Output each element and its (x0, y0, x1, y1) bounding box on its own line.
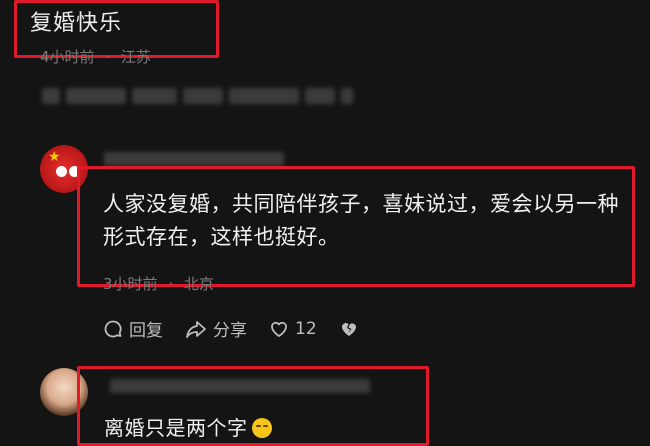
like-count: 12 (295, 318, 317, 339)
blurred-reply-row (42, 88, 353, 104)
share-icon (186, 320, 206, 338)
dislike-button[interactable] (339, 319, 365, 339)
comment-text-row: 离婚只是两个字 (104, 412, 272, 441)
comment-location: 江苏 (120, 48, 151, 66)
username-blurred[interactable] (104, 152, 284, 166)
star-icon: ★ (48, 149, 61, 165)
comment-meta: 4小时前 · 江苏 (40, 48, 151, 66)
share-button[interactable]: 分享 (185, 316, 247, 341)
comment-meta: 3小时前 · 北京 (103, 275, 214, 293)
comment-text: 复婚快乐 (30, 11, 123, 36)
broken-heart-icon (341, 322, 356, 336)
like-button[interactable]: 12 (269, 319, 317, 339)
comment-bubble-icon (104, 320, 122, 337)
reply-button[interactable]: 回复 (103, 316, 163, 341)
heart-icon (271, 321, 287, 337)
comment-text: 人家没复婚，共同陪伴孩子，喜妹说过，爱会以另一种形式存在，这样也挺好。 (103, 192, 619, 249)
relieved-face-emoji-icon (251, 418, 272, 438)
comment-text: 离婚只是两个字 (104, 416, 248, 440)
comment-location: 北京 (183, 275, 214, 293)
comment-time: 3小时前 (103, 275, 158, 293)
comment-time: 4小时前 (40, 48, 95, 66)
share-label: 分享 (213, 321, 247, 341)
comment-actions: 回复 分享 12 (103, 316, 387, 341)
reply-label: 回复 (129, 321, 163, 341)
